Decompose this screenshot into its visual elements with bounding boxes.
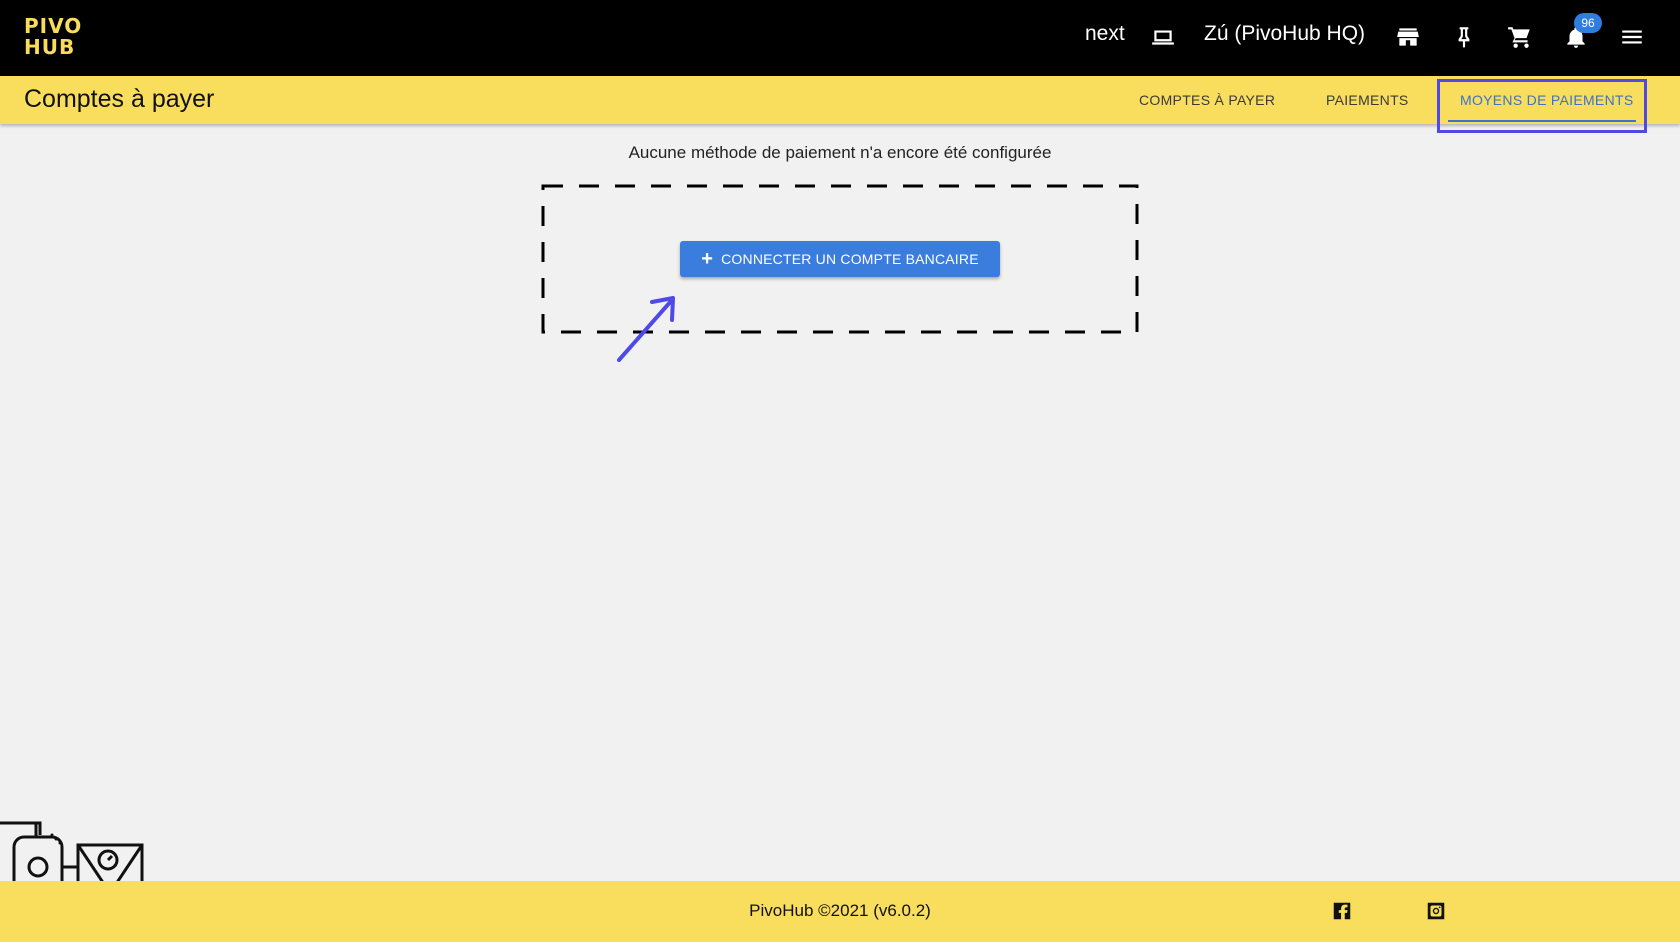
tab-moyens-de-paiements[interactable]: MOYENS DE PAIEMENTS	[1460, 76, 1633, 124]
logo-line-2: HUB	[24, 35, 76, 59]
tab-comptes-a-payer[interactable]: COMPTES À PAYER	[1139, 76, 1275, 124]
page-header: Comptes à payer COMPTES À PAYER PAIEMENT…	[0, 76, 1680, 124]
environment-label[interactable]: next	[1085, 22, 1125, 46]
instagram-icon[interactable]	[1425, 900, 1447, 922]
cart-icon[interactable]	[1507, 24, 1533, 50]
connect-bank-account-button[interactable]: + CONNECTER UN COMPTE BANCAIRE	[680, 241, 1000, 277]
account-selector[interactable]: Zú (PivoHub HQ)	[1204, 22, 1365, 46]
pin-icon[interactable]	[1451, 24, 1477, 50]
laptop-icon[interactable]	[1150, 24, 1176, 50]
connect-bank-account-label: CONNECTER UN COMPTE BANCAIRE	[721, 251, 979, 267]
tab-paiements[interactable]: PAIEMENTS	[1326, 76, 1409, 124]
menu-icon[interactable]	[1619, 24, 1645, 50]
pivohub-logo[interactable]: PIVO HUB	[24, 14, 83, 62]
top-navbar: PIVO HUB next Zú (PivoHub HQ) 96	[0, 0, 1680, 76]
logo-line-1: PIVO	[24, 14, 83, 38]
notification-badge[interactable]: 96	[1574, 13, 1602, 33]
page-title: Comptes à payer	[24, 85, 215, 113]
active-tab-indicator	[1448, 120, 1636, 122]
empty-state-message: Aucune méthode de paiement n'a encore ét…	[628, 143, 1052, 162]
footer: PivoHub ©2021 (v6.0.2)	[0, 881, 1680, 942]
store-icon[interactable]	[1395, 24, 1421, 50]
facebook-icon[interactable]	[1331, 900, 1353, 922]
plus-icon: +	[701, 248, 714, 270]
pointer-arrow-icon	[617, 296, 675, 362]
